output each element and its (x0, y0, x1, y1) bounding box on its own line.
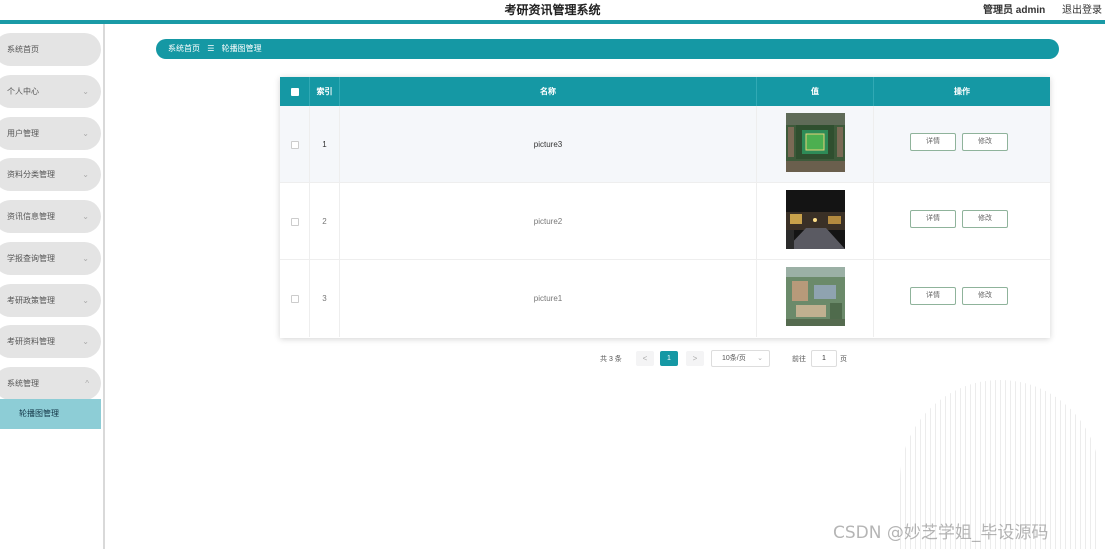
app-title: 考研资讯管理系统 (504, 3, 601, 17)
sidebar-item-label: 考研资料管理 (7, 337, 55, 346)
admin-label: 管理员 admin (983, 5, 1046, 16)
row-checkbox[interactable] (290, 140, 299, 149)
breadcrumb: 系统首页 ☰ 轮播图管理 (156, 39, 1059, 59)
page-number-active[interactable]: 1 (660, 351, 678, 366)
row-checkbox-cell (280, 183, 310, 260)
detail-button[interactable]: 详情 (910, 287, 956, 305)
header-accent-bar (0, 20, 1105, 24)
chevron-up-icon: ^ (85, 379, 89, 388)
sidebar-item-news-management[interactable]: 资讯信息管理 ⌄ (0, 200, 101, 233)
row-name: picture3 (340, 106, 757, 183)
chevron-down-icon: ⌄ (82, 296, 89, 305)
detail-button[interactable]: 详情 (910, 210, 956, 228)
chevron-down-icon: ⌄ (82, 212, 89, 221)
sidebar-subitem-carousel[interactable]: 轮播图管理 (0, 399, 101, 429)
header-name: 名称 (340, 77, 757, 106)
header-index: 索引 (310, 77, 340, 106)
table-row: 1 picture3 详情 修改 (280, 106, 1050, 183)
row-name: picture2 (340, 183, 757, 260)
sidebar-item-user-management[interactable]: 用户管理 ⌄ (0, 117, 101, 150)
sidebar: 系统首页 个人中心 ⌄ 用户管理 ⌄ 资料分类管理 ⌄ 资讯信息管理 ⌄ 学报查… (0, 24, 105, 549)
watermark-text: CSDN @妙芝学姐_毕设源码 (833, 523, 1049, 543)
select-all-checkbox[interactable] (290, 87, 299, 96)
edit-button[interactable]: 修改 (962, 133, 1008, 151)
night-campus-image (786, 190, 845, 249)
table-header: 索引 名称 值 操作 (280, 77, 1050, 106)
detail-button[interactable]: 详情 (910, 133, 956, 151)
breadcrumb-home[interactable]: 系统首页 (168, 44, 200, 53)
header-value: 值 (757, 77, 874, 106)
sidebar-item-label: 考研政策管理 (7, 296, 55, 305)
row-checkbox-cell (280, 260, 310, 337)
goto-label: 前往 (792, 356, 806, 363)
goto-page-suffix: 页 (840, 356, 847, 363)
row-actions-cell: 详情 修改 (874, 260, 1050, 337)
sidebar-item-home[interactable]: 系统首页 (0, 33, 101, 66)
sidebar-item-label: 用户管理 (7, 129, 39, 138)
row-name: picture1 (340, 260, 757, 337)
data-table: 索引 名称 值 操作 1 picture3 详情 修改 2 picture2 详… (280, 77, 1050, 338)
goto-page-input[interactable]: 1 (811, 350, 837, 367)
row-index: 3 (310, 260, 340, 337)
table-row: 3 picture1 详情 修改 (280, 260, 1050, 337)
header-checkbox-cell (280, 77, 310, 106)
menu-icon: ☰ (207, 44, 215, 53)
prev-page-button[interactable]: < (636, 351, 654, 366)
row-checkbox-cell (280, 106, 310, 183)
row-index: 1 (310, 106, 340, 183)
row-actions-cell: 详情 修改 (874, 106, 1050, 183)
row-image-cell (757, 106, 874, 183)
row-checkbox[interactable] (290, 217, 299, 226)
chevron-down-icon: ⌄ (82, 337, 89, 346)
pagination-total: 共 3 条 (600, 356, 622, 363)
logout-link[interactable]: 退出登录 (1062, 1, 1102, 16)
aerial-stadium-image (786, 113, 845, 172)
page-size-select[interactable]: 10条/页 ⌄ (711, 350, 770, 367)
chevron-down-icon: ⌄ (82, 170, 89, 179)
table-row: 2 picture2 详情 修改 (280, 183, 1050, 260)
breadcrumb-current: 轮播图管理 (221, 44, 262, 53)
sidebar-item-label: 学报查询管理 (7, 254, 55, 263)
sidebar-item-label: 资讯信息管理 (7, 212, 55, 221)
row-image-cell (757, 183, 874, 260)
sidebar-item-personal-center[interactable]: 个人中心 ⌄ (0, 75, 101, 108)
sidebar-item-label: 资料分类管理 (7, 170, 55, 179)
row-actions-cell: 详情 修改 (874, 183, 1050, 260)
sidebar-item-label: 个人中心 (7, 87, 39, 96)
sidebar-item-label: 系统首页 (7, 45, 39, 54)
sidebar-item-report-query[interactable]: 学报查询管理 ⌄ (0, 242, 101, 275)
chevron-down-icon: ⌄ (757, 355, 763, 362)
aerial-campus-image (786, 267, 845, 326)
sidebar-item-label: 系统管理 (7, 379, 39, 388)
chevron-down-icon: ⌄ (82, 254, 89, 263)
header-actions: 操作 (954, 87, 970, 96)
edit-button[interactable]: 修改 (962, 287, 1008, 305)
chevron-down-icon: ⌄ (82, 129, 89, 138)
chevron-down-icon: ⌄ (82, 87, 89, 96)
sidebar-item-category-management[interactable]: 资料分类管理 ⌄ (0, 158, 101, 191)
row-index: 2 (310, 183, 340, 260)
sidebar-item-system-management[interactable]: 系统管理 ^ (0, 367, 101, 400)
row-image-cell (757, 260, 874, 337)
row-checkbox[interactable] (290, 294, 299, 303)
page-size-value: 10条/页 (722, 355, 746, 362)
sidebar-item-policy-management[interactable]: 考研政策管理 ⌄ (0, 284, 101, 317)
sidebar-item-material-management[interactable]: 考研资料管理 ⌄ (0, 325, 101, 358)
edit-button[interactable]: 修改 (962, 210, 1008, 228)
next-page-button[interactable]: > (686, 351, 704, 366)
top-header: 考研资讯管理系统 管理员 admin 退出登录 (0, 0, 1105, 20)
